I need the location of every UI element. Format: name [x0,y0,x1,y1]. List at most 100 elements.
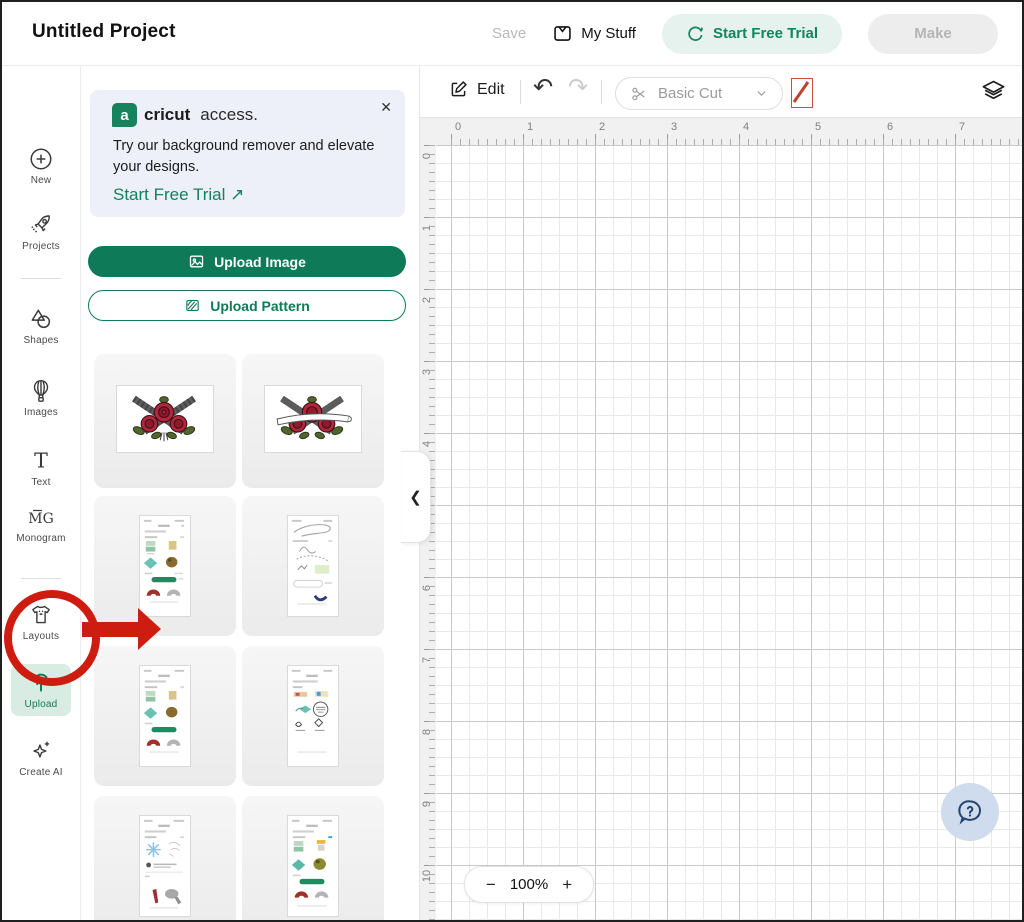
svg-text:MG: MG [28,511,54,527]
project-title: Untitled Project [32,21,176,43]
toolbar-divider [601,80,602,104]
edit-button[interactable]: Edit [448,79,505,100]
zoom-in-button[interactable]: + [562,876,572,893]
phone-screenshot-art [139,665,191,767]
sidebar-item-new[interactable]: New [2,146,80,186]
save-button[interactable]: Save [492,25,526,42]
upload-arrow-icon [28,670,54,696]
sidebar-item-monogram[interactable]: MG Monogram [2,504,80,544]
cricut-design-space-app: Untitled Project Save My Stuff [0,0,1024,922]
start-free-trial-label: Start Free Trial [713,25,818,42]
h-ruler-number: 7 [959,121,965,133]
upload-thumbnail-phone-screenshot[interactable] [94,496,236,636]
operation-label: Basic Cut [658,85,745,102]
phone-screenshot-art [287,665,339,767]
v-ruler-number: 4 [421,437,433,451]
sidebar-item-images[interactable]: Images [2,378,80,418]
upload-thumbnail-roses-banner[interactable] [242,354,384,488]
roses-daggers-art [116,385,214,453]
shapes-icon [28,306,54,332]
top-bar: Untitled Project Save My Stuff [2,2,1022,66]
phone-screenshot-art [287,515,339,617]
make-button[interactable]: Make [868,14,998,54]
cricut-access-badge-icon: a [112,103,137,127]
help-button[interactable] [941,783,999,841]
sidebar-item-upload[interactable]: Upload [2,670,80,710]
edit-pen-icon [448,79,469,100]
sidebar-item-layouts[interactable]: Layouts [2,602,80,642]
redo-button[interactable]: ↷ [568,74,588,103]
cricut-logo-icon [686,24,705,43]
v-ruler-number: 8 [421,725,433,739]
upload-pattern-button[interactable]: Upload Pattern [88,290,406,321]
zoom-control: − 100% + [464,866,594,903]
upload-thumbnail-phone-screenshot[interactable] [242,496,384,636]
upload-image-button[interactable]: Upload Image [88,246,406,277]
zoom-out-button[interactable]: − [486,876,496,893]
operation-dropdown[interactable]: Basic Cut [615,77,783,110]
canvas-area: Edit ↶ ↷ Basic Cut [419,66,1022,920]
my-stuff-label: My Stuff [581,25,636,42]
cricut-access-promo-card: a cricut access. ✕ Try our background re… [90,90,405,217]
edit-label: Edit [477,81,505,99]
start-free-trial-button[interactable]: Start Free Trial [662,14,842,54]
sidebar-item-create-ai[interactable]: Create AI [2,738,80,778]
hot-air-balloon-icon [28,378,54,404]
h-ruler-number: 4 [743,121,749,133]
toolbar-divider [520,80,521,104]
sidebar-item-text[interactable]: T Text [2,448,80,488]
promo-brand-bold: cricut [144,105,190,125]
v-ruler-number: 7 [421,653,433,667]
sparkle-ai-icon [28,738,54,764]
v-ruler-number: 1 [421,221,433,235]
scissors-icon [630,85,648,103]
question-bubble-icon [955,797,985,827]
chevron-down-icon [755,87,768,100]
horizontal-ruler: 012345678 [420,117,1022,147]
canvas-toolbar: Edit ↶ ↷ Basic Cut [420,66,1022,117]
text-icon: T [28,448,54,474]
h-ruler-number: 5 [815,121,821,133]
make-label: Make [914,25,952,42]
h-ruler-number: 6 [887,121,893,133]
phone-screenshot-art [139,815,191,917]
v-ruler-number: 9 [421,797,433,811]
panel-collapse-handle[interactable]: ❮ [401,451,431,543]
layers-icon[interactable] [980,77,1007,104]
color-swatch[interactable] [791,78,813,108]
upload-thumbnail-phone-screenshot[interactable] [242,796,384,922]
phone-screenshot-art [287,815,339,917]
zoom-level: 100% [510,876,548,893]
sidebar-item-projects[interactable]: Projects [2,212,80,252]
upload-pattern-label: Upload Pattern [210,298,310,314]
design-grid-canvas[interactable] [436,145,1022,920]
close-icon[interactable]: ✕ [380,100,392,114]
upload-thumbnail-roses[interactable] [94,354,236,488]
h-ruler-number: 2 [599,121,605,133]
upload-thumbnail-phone-screenshot[interactable] [94,796,236,922]
undo-button[interactable]: ↶ [533,74,553,103]
monogram-icon: MG [27,504,55,530]
promo-body-text: Try our background remover and elevate y… [113,136,393,178]
v-ruler-number: 2 [421,293,433,307]
upload-image-label: Upload Image [214,254,306,270]
chevron-left-icon: ❮ [409,488,422,506]
new-plus-icon [28,146,54,172]
h-ruler-number: 3 [671,121,677,133]
my-stuff-button[interactable]: My Stuff [552,23,636,44]
v-ruler-number: 10 [421,869,433,883]
pattern-icon [184,297,201,314]
left-sidebar: New Projects Shapes [2,66,81,920]
h-ruler-number: 0 [455,121,461,133]
image-icon [188,253,205,270]
sidebar-divider [21,578,61,579]
v-ruler-number: 3 [421,365,433,379]
tshirt-icon [28,602,54,628]
upload-thumbnail-phone-screenshot[interactable] [242,646,384,786]
promo-start-free-trial-link[interactable]: Start Free Trial ↗ [113,185,244,205]
phone-screenshot-art [139,515,191,617]
upload-thumbnail-phone-screenshot[interactable] [94,646,236,786]
svg-text:T: T [34,449,48,473]
roses-banner-art [264,385,362,453]
sidebar-item-shapes[interactable]: Shapes [2,306,80,346]
